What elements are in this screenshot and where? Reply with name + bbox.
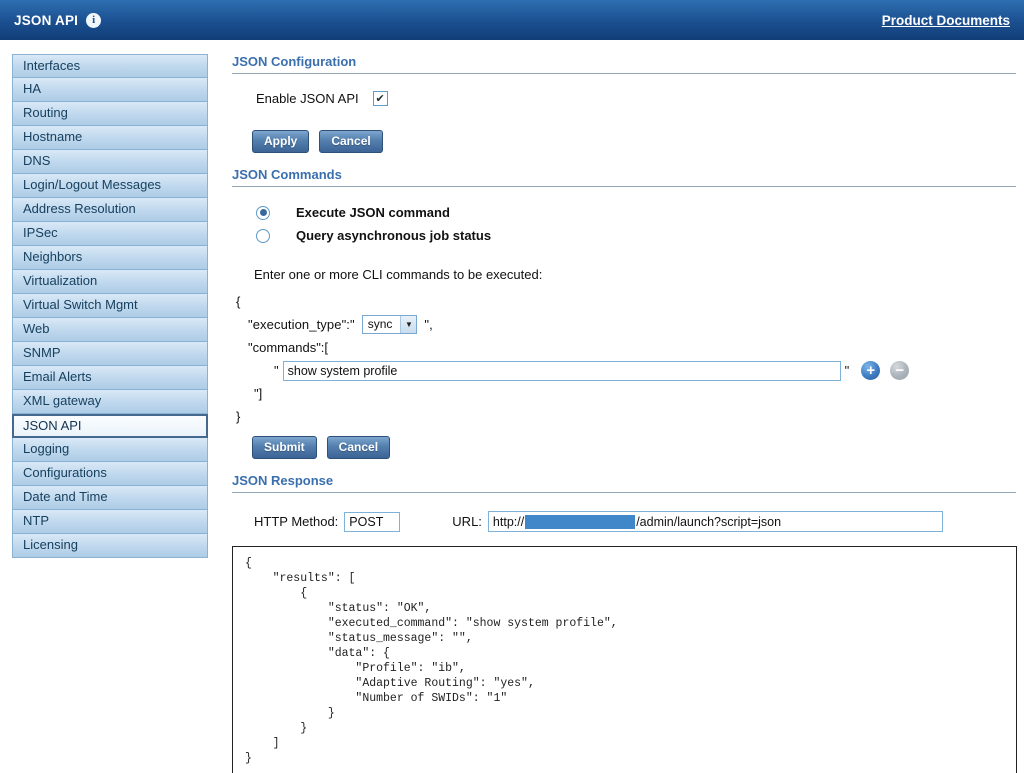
sidebar-item-ntp[interactable]: NTP: [12, 510, 208, 534]
config-cancel-button[interactable]: Cancel: [319, 130, 382, 153]
chevron-down-icon: ▼: [400, 316, 416, 333]
section-divider: [232, 492, 1016, 493]
sidebar-item-licensing[interactable]: Licensing: [12, 534, 208, 558]
sidebar-nav: Interfaces HA Routing Hostname DNS Login…: [12, 54, 208, 773]
commands-open-line: "commands":[: [248, 336, 1016, 359]
remove-command-button[interactable]: −: [890, 361, 909, 380]
sidebar-item-hostname[interactable]: Hostname: [12, 126, 208, 150]
page-body: Interfaces HA Routing Hostname DNS Login…: [0, 40, 1024, 773]
commands-buttons-row: Submit Cancel: [252, 436, 1016, 459]
commands-cancel-button[interactable]: Cancel: [327, 436, 390, 459]
query-async-job-status-label[interactable]: Query asynchronous job status: [296, 228, 491, 243]
cli-command-input[interactable]: [283, 361, 841, 381]
page-title: JSON API: [14, 13, 78, 28]
json-open-brace: {: [236, 290, 1016, 313]
json-close-brace: }: [236, 405, 1016, 428]
sidebar-item-neighbors[interactable]: Neighbors: [12, 246, 208, 270]
url-input[interactable]: http:// /admin/launch?script=json: [488, 511, 943, 532]
sidebar-item-virtualization[interactable]: Virtualization: [12, 270, 208, 294]
sidebar-item-email-alerts[interactable]: Email Alerts: [12, 366, 208, 390]
command-close-quote: ": [845, 359, 850, 382]
json-response-title: JSON Response: [232, 473, 1016, 488]
submit-button[interactable]: Submit: [252, 436, 317, 459]
sidebar-item-json-api[interactable]: JSON API: [12, 414, 208, 438]
section-divider: [232, 73, 1016, 74]
url-label: URL:: [452, 514, 482, 529]
command-json-editor: { "execution_type":" sync ▼ ", "commands…: [236, 290, 1016, 428]
sidebar-item-logging[interactable]: Logging: [12, 438, 208, 462]
execution-type-line: "execution_type":" sync ▼ ",: [248, 313, 1016, 336]
section-divider: [232, 186, 1016, 187]
json-response-output: { "results": [ { "status": "OK", "execut…: [232, 546, 1017, 773]
sidebar-item-date-and-time[interactable]: Date and Time: [12, 486, 208, 510]
http-method-label: HTTP Method:: [254, 514, 338, 529]
sidebar-item-virtual-switch-mgmt[interactable]: Virtual Switch Mgmt: [12, 294, 208, 318]
sidebar-item-ipsec[interactable]: IPSec: [12, 222, 208, 246]
http-method-input[interactable]: [344, 512, 400, 532]
command-input-line: " " + −: [274, 359, 1016, 382]
execution-type-value: sync: [363, 316, 401, 333]
enable-json-api-checkbox[interactable]: ✔: [373, 91, 388, 106]
url-suffix: /admin/launch?script=json: [636, 515, 781, 529]
sidebar-item-dns[interactable]: DNS: [12, 150, 208, 174]
sidebar-item-configurations[interactable]: Configurations: [12, 462, 208, 486]
sidebar-item-web[interactable]: Web: [12, 318, 208, 342]
execution-type-suffix: ",: [424, 313, 432, 336]
sidebar-item-interfaces[interactable]: Interfaces: [12, 54, 208, 78]
query-async-job-status-radio[interactable]: [256, 229, 270, 243]
info-icon[interactable]: i: [86, 13, 101, 28]
config-buttons-row: Apply Cancel: [252, 130, 1016, 153]
product-documents-link[interactable]: Product Documents: [882, 13, 1010, 28]
cli-commands-prompt: Enter one or more CLI commands to be exe…: [254, 267, 1016, 282]
execution-type-prefix: "execution_type":": [248, 313, 355, 336]
sidebar-item-snmp[interactable]: SNMP: [12, 342, 208, 366]
execute-json-command-label[interactable]: Execute JSON command: [296, 205, 450, 220]
execute-json-command-radio[interactable]: [256, 206, 270, 220]
sidebar-item-xml-gateway[interactable]: XML gateway: [12, 390, 208, 414]
sidebar-item-login-logout-messages[interactable]: Login/Logout Messages: [12, 174, 208, 198]
request-info-row: HTTP Method: URL: http:// /admin/launch?…: [254, 511, 1016, 532]
enable-json-api-row: Enable JSON API ✔: [256, 91, 1016, 106]
enable-json-api-label: Enable JSON API: [256, 91, 359, 106]
radio-row-execute: Execute JSON command: [256, 201, 1016, 224]
sidebar-item-routing[interactable]: Routing: [12, 102, 208, 126]
sidebar-item-ha[interactable]: HA: [12, 78, 208, 102]
radio-row-query: Query asynchronous job status: [256, 224, 1016, 247]
add-command-button[interactable]: +: [861, 361, 880, 380]
json-configuration-title: JSON Configuration: [232, 54, 1016, 69]
sidebar-item-address-resolution[interactable]: Address Resolution: [12, 198, 208, 222]
url-prefix: http://: [493, 515, 524, 529]
commands-close-line: "]: [254, 382, 1016, 405]
main-content: JSON Configuration Enable JSON API ✔ App…: [208, 54, 1024, 773]
apply-button[interactable]: Apply: [252, 130, 309, 153]
checkbox-check-icon: ✔: [376, 92, 385, 105]
command-open-quote: ": [274, 359, 279, 382]
top-header: JSON API i Product Documents: [0, 0, 1024, 40]
json-commands-title: JSON Commands: [232, 167, 1016, 182]
execution-type-select[interactable]: sync ▼: [362, 315, 418, 334]
json-response-text: { "results": [ { "status": "OK", "execut…: [245, 556, 1004, 766]
url-redaction-block: [525, 515, 635, 529]
